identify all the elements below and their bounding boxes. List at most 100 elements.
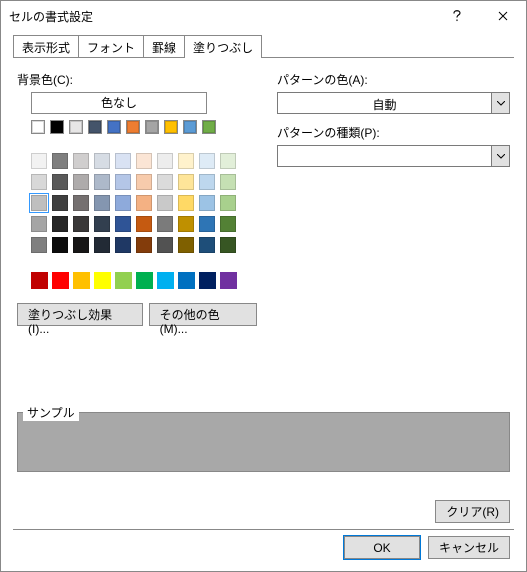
tab-3[interactable]: 塗りつぶし — [185, 35, 262, 58]
color-swatch[interactable] — [94, 272, 111, 289]
color-swatch[interactable] — [157, 195, 173, 211]
color-swatch[interactable] — [31, 237, 47, 253]
color-swatch[interactable] — [50, 120, 64, 134]
titlebar: セルの書式設定 — [1, 1, 526, 31]
color-swatch[interactable] — [136, 195, 152, 211]
color-swatch[interactable] — [178, 195, 194, 211]
color-swatch[interactable] — [73, 216, 89, 232]
close-button[interactable] — [480, 1, 526, 31]
color-swatch[interactable] — [178, 272, 195, 289]
color-swatch[interactable] — [31, 216, 47, 232]
color-swatch[interactable] — [157, 272, 174, 289]
color-swatch[interactable] — [94, 174, 110, 190]
color-swatch[interactable] — [126, 120, 140, 134]
color-swatch[interactable] — [73, 153, 89, 169]
color-swatch[interactable] — [178, 153, 194, 169]
color-swatch[interactable] — [136, 237, 152, 253]
color-swatch[interactable] — [31, 195, 47, 211]
color-swatch[interactable] — [69, 120, 83, 134]
pattern-type-label: パターンの種類(P): — [277, 124, 510, 141]
chevron-down-icon — [491, 146, 509, 166]
color-swatch[interactable] — [31, 120, 45, 134]
color-swatch[interactable] — [52, 237, 68, 253]
color-swatch[interactable] — [115, 216, 131, 232]
color-swatch[interactable] — [178, 237, 194, 253]
color-swatch[interactable] — [31, 153, 47, 169]
color-swatch[interactable] — [220, 153, 236, 169]
color-swatch[interactable] — [183, 120, 197, 134]
color-swatch[interactable] — [88, 120, 102, 134]
color-swatch[interactable] — [52, 174, 68, 190]
pattern-color-dropdown[interactable]: 自動 — [277, 92, 510, 114]
ok-button[interactable]: OK — [344, 536, 420, 559]
pattern-color-label: パターンの色(A): — [277, 71, 510, 88]
color-swatch[interactable] — [115, 174, 131, 190]
color-swatch[interactable] — [73, 237, 89, 253]
color-swatch[interactable] — [220, 237, 236, 253]
color-swatch[interactable] — [94, 216, 110, 232]
color-swatch[interactable] — [73, 272, 90, 289]
color-swatch[interactable] — [178, 216, 194, 232]
color-swatch[interactable] — [31, 174, 47, 190]
help-button[interactable] — [434, 1, 480, 31]
color-swatch[interactable] — [199, 237, 215, 253]
color-swatch[interactable] — [220, 195, 236, 211]
pattern-color-value: 自動 — [278, 93, 491, 113]
color-swatch[interactable] — [220, 272, 237, 289]
color-swatch[interactable] — [115, 237, 131, 253]
sample-fieldset: サンプル — [17, 412, 510, 472]
color-swatch[interactable] — [94, 153, 110, 169]
bg-color-label: 背景色(C): — [17, 71, 257, 88]
color-swatch[interactable] — [178, 174, 194, 190]
pattern-type-value — [278, 146, 491, 166]
cancel-button[interactable]: キャンセル — [428, 536, 510, 559]
sample-preview — [17, 412, 510, 472]
color-swatch[interactable] — [52, 216, 68, 232]
color-swatch[interactable] — [157, 174, 173, 190]
color-swatch[interactable] — [115, 195, 131, 211]
color-swatch[interactable] — [107, 120, 121, 134]
standard-color-row — [31, 272, 257, 289]
color-swatch[interactable] — [73, 174, 89, 190]
color-swatch[interactable] — [115, 272, 132, 289]
color-swatch[interactable] — [115, 153, 131, 169]
color-swatch[interactable] — [220, 216, 236, 232]
tab-0[interactable]: 表示形式 — [13, 35, 79, 57]
color-swatch[interactable] — [94, 237, 110, 253]
format-cells-dialog: セルの書式設定 表示形式フォント罫線塗りつぶし 背景色(C): 色なし — [0, 0, 527, 572]
color-swatch[interactable] — [94, 195, 110, 211]
color-swatch[interactable] — [199, 272, 216, 289]
color-swatch[interactable] — [157, 153, 173, 169]
color-swatch[interactable] — [136, 174, 152, 190]
tab-2[interactable]: 罫線 — [144, 35, 185, 57]
color-swatch[interactable] — [199, 195, 215, 211]
clear-button[interactable]: クリア(R) — [435, 500, 510, 523]
color-swatch[interactable] — [136, 272, 153, 289]
tab-1[interactable]: フォント — [79, 35, 144, 57]
color-swatch[interactable] — [136, 216, 152, 232]
close-icon — [498, 11, 508, 21]
color-swatch[interactable] — [220, 174, 236, 190]
color-swatch[interactable] — [136, 153, 152, 169]
fill-effects-button[interactable]: 塗りつぶし効果(I)... — [17, 303, 143, 326]
color-swatch[interactable] — [52, 195, 68, 211]
color-swatch[interactable] — [164, 120, 178, 134]
color-swatch[interactable] — [199, 174, 215, 190]
no-color-button[interactable]: 色なし — [31, 92, 207, 114]
color-swatch[interactable] — [199, 153, 215, 169]
pattern-type-dropdown[interactable] — [277, 145, 510, 167]
color-swatch[interactable] — [202, 120, 216, 134]
color-swatch[interactable] — [31, 272, 48, 289]
color-swatch[interactable] — [52, 272, 69, 289]
tabstrip: 表示形式フォント罫線塗りつぶし — [13, 35, 514, 57]
color-swatch[interactable] — [145, 120, 159, 134]
color-swatch[interactable] — [157, 216, 173, 232]
color-swatch[interactable] — [199, 216, 215, 232]
color-swatch[interactable] — [157, 237, 173, 253]
chevron-down-icon — [491, 93, 509, 113]
other-colors-button[interactable]: その他の色(M)... — [149, 303, 257, 326]
theme-color-grid — [31, 120, 257, 289]
sample-label: サンプル — [23, 404, 79, 421]
color-swatch[interactable] — [73, 195, 89, 211]
color-swatch[interactable] — [52, 153, 68, 169]
